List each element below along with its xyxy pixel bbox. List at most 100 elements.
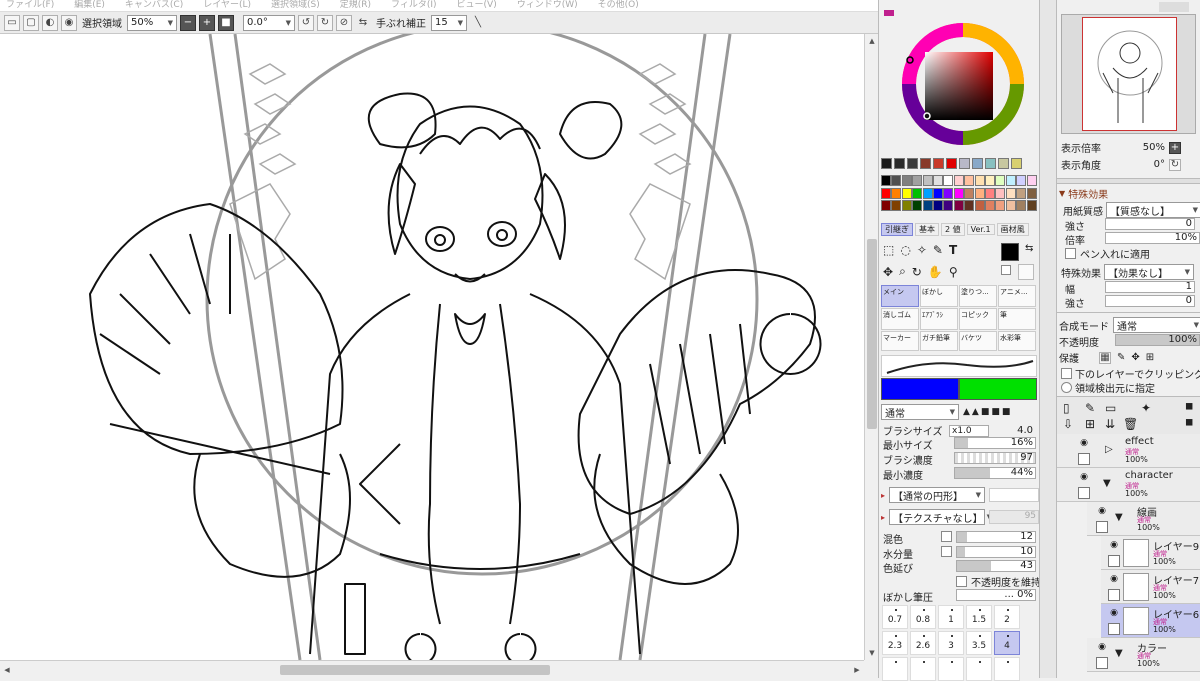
tab-ver1[interactable]: Ver.1: [966, 223, 995, 235]
brush-fill[interactable]: 塗りつ...: [959, 285, 997, 307]
keep-opacity-checkbox[interactable]: [956, 576, 967, 587]
palette-swatch[interactable]: [1005, 187, 1016, 199]
tab-art-media[interactable]: 画材風: [996, 222, 1029, 236]
panel-option-icon[interactable]: ◼: [1185, 417, 1193, 428]
pen-edit-icon[interactable]: [1108, 623, 1120, 635]
size-preset[interactable]: 0.7: [882, 605, 908, 629]
size-preset[interactable]: 2.3: [882, 631, 908, 655]
palette-swatch[interactable]: [922, 187, 933, 199]
palette-swatch[interactable]: [933, 200, 943, 211]
palette-swatch[interactable]: [922, 200, 933, 211]
navigator-preview[interactable]: [1061, 14, 1196, 134]
menu-layer[interactable]: レイヤー(L): [197, 0, 265, 11]
menu-view[interactable]: ビュー(V): [451, 0, 511, 11]
gradient-start-color[interactable]: [881, 378, 959, 400]
palette-swatch[interactable]: [881, 187, 891, 199]
menu-canvas[interactable]: キャンバス(C): [119, 0, 197, 11]
blend-mode-select[interactable]: 通常 ▼: [881, 404, 959, 420]
brush-airbrush[interactable]: ｴｱﾌﾞﾗｼ: [920, 308, 958, 330]
layer-character[interactable]: ◉ ▼ character 通常 100%: [1057, 468, 1200, 502]
layer-transfer-icon[interactable]: ✦: [1141, 401, 1151, 415]
palette-swatch[interactable]: [891, 175, 902, 186]
scroll-down-icon[interactable]: ▼: [865, 646, 879, 660]
clear-layer-icon[interactable]: ⊞: [1085, 417, 1095, 431]
palette-swatch[interactable]: [901, 200, 912, 211]
size-preset[interactable]: [882, 657, 908, 681]
menu-ruler[interactable]: 定規(R): [334, 0, 385, 11]
size-preset[interactable]: [910, 657, 936, 681]
panel-divider[interactable]: [1057, 178, 1200, 184]
palette-swatch[interactable]: [1005, 175, 1016, 186]
palette-swatch[interactable]: [933, 175, 943, 186]
expand-arrow-icon[interactable]: ▸: [881, 491, 885, 500]
paper-texture-select[interactable]: 【質感なし】 ▼: [1106, 202, 1200, 218]
palette-swatch[interactable]: [901, 187, 912, 199]
lock-transparency-icon[interactable]: ▦: [1099, 351, 1111, 364]
width-slider[interactable]: 1: [1105, 281, 1195, 293]
pen-apply-checkbox[interactable]: [1065, 248, 1076, 259]
transparent-color-icon[interactable]: [1001, 265, 1011, 275]
brush-fude[interactable]: 筆: [998, 308, 1036, 330]
palette-swatch[interactable]: [995, 175, 1006, 186]
gradient-end-color[interactable]: [959, 378, 1037, 400]
canvas-vertical-scrollbar[interactable]: ▲ ▼: [864, 34, 878, 660]
move-icon[interactable]: ✥: [883, 265, 893, 279]
vertical-scroll-thumb[interactable]: [867, 239, 877, 429]
palette-swatch[interactable]: [1016, 200, 1027, 211]
mix-checkbox[interactable]: [941, 531, 952, 542]
palette-swatch[interactable]: [985, 158, 996, 169]
rect-select-icon[interactable]: ⬚: [883, 243, 894, 257]
navigator-viewport[interactable]: [1082, 17, 1177, 131]
recent-colors-row[interactable]: [881, 158, 1039, 172]
scroll-left-icon[interactable]: ◀: [0, 661, 14, 679]
nav-zoom-in-button[interactable]: +: [1169, 141, 1181, 154]
palette-swatch[interactable]: [894, 158, 905, 169]
palette-swatch[interactable]: [998, 158, 1009, 169]
lock-all-icon[interactable]: ⊞: [1146, 352, 1154, 363]
palette-swatch[interactable]: [974, 187, 985, 199]
brush-size-value[interactable]: 4.0: [989, 425, 1033, 436]
tab-basic[interactable]: 基本: [915, 222, 939, 236]
pen-straight-line-icon[interactable]: ╲: [470, 15, 486, 31]
brush-size-multiplier[interactable]: x1.0: [949, 424, 989, 437]
mix-slider[interactable]: 12: [956, 531, 1036, 543]
palette-swatch[interactable]: [933, 158, 944, 169]
blur-pressure-slider[interactable]: ... 0%: [956, 589, 1036, 601]
panel-option-icon[interactable]: ◼: [1185, 401, 1193, 412]
palette-swatch[interactable]: [964, 200, 975, 211]
palette-swatch[interactable]: [920, 158, 931, 169]
select-all-button[interactable]: ▭: [4, 14, 20, 31]
water-slider[interactable]: 10: [956, 546, 1036, 558]
folder-collapsed-icon[interactable]: ▷: [1105, 444, 1113, 455]
brush-watercolor[interactable]: 水彩筆: [998, 331, 1036, 351]
lock-move-icon[interactable]: ✥: [1131, 352, 1139, 363]
secondary-color-swatch[interactable]: [1018, 264, 1034, 280]
strength2-slider[interactable]: 0: [1105, 295, 1195, 307]
palette-swatch[interactable]: [985, 187, 995, 199]
source-radio[interactable]: [1061, 382, 1072, 393]
size-preset[interactable]: 0.8: [910, 605, 936, 629]
text-tool-icon[interactable]: T: [949, 243, 957, 257]
palette-swatch[interactable]: [953, 200, 964, 211]
palette-swatch[interactable]: [1011, 158, 1022, 169]
size-preset[interactable]: [966, 657, 992, 681]
palette-swatch[interactable]: [912, 200, 923, 211]
palette-swatch[interactable]: [985, 175, 995, 186]
menu-window[interactable]: ウィンドウ(W): [511, 0, 592, 11]
folder-expanded-icon[interactable]: ▼: [1115, 648, 1123, 659]
size-preset-selected[interactable]: 4: [994, 631, 1020, 655]
lock-icon[interactable]: [1096, 521, 1108, 533]
brush-main[interactable]: メイン: [881, 285, 919, 307]
palette-swatch[interactable]: [943, 200, 954, 211]
eye-icon[interactable]: ◉: [1107, 608, 1121, 620]
palette-swatch[interactable]: [985, 200, 995, 211]
layer-blend-select[interactable]: 通常 ▼: [1113, 317, 1200, 333]
zoom-out-button[interactable]: −: [180, 14, 196, 31]
lock-icon[interactable]: [1078, 487, 1090, 499]
menu-file[interactable]: ファイル(F): [0, 0, 68, 11]
new-folder-icon[interactable]: ▭: [1105, 401, 1116, 415]
palette-swatch[interactable]: [974, 175, 985, 186]
palette-swatch[interactable]: [1026, 200, 1037, 211]
size-preset[interactable]: 3: [938, 631, 964, 655]
eye-icon[interactable]: ◉: [61, 14, 77, 31]
